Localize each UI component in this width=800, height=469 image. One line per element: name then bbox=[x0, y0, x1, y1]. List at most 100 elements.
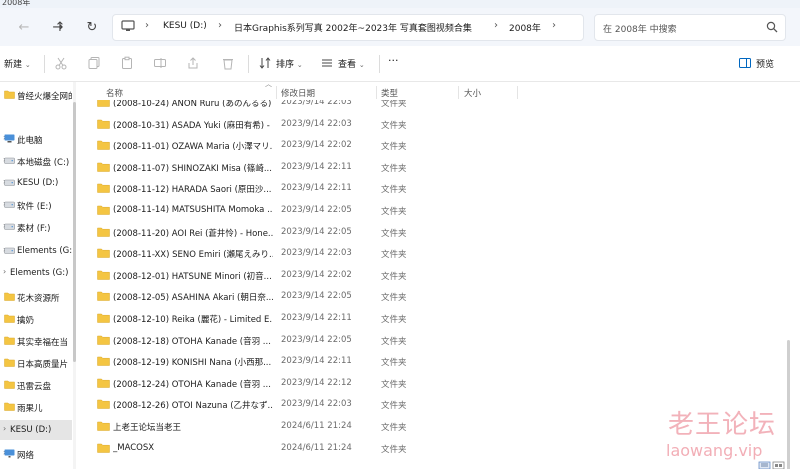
file-row[interactable]: (2008-12-05) ASAHINA Akari (朝日奈... 2023/9… bbox=[80, 286, 780, 308]
folder-icon bbox=[97, 292, 110, 302]
view-button[interactable]: 查看 ⌄ bbox=[338, 57, 365, 70]
sidebar-item[interactable]: ›Elements (G:) bbox=[0, 263, 72, 283]
file-type: 文件夹 bbox=[381, 185, 407, 196]
sidebar-item[interactable]: ›Elements (G:) bbox=[0, 241, 72, 261]
search-icon bbox=[766, 21, 778, 33]
delete-icon[interactable] bbox=[221, 56, 235, 70]
file-row[interactable]: (2008-12-24) OTOHA Kanade (音羽 ... 2023/9/… bbox=[80, 373, 780, 395]
new-button[interactable]: 新建 ⌄ bbox=[4, 57, 31, 70]
column-divider[interactable] bbox=[458, 86, 459, 99]
file-row[interactable]: (2008-12-19) KONISHI Nana (小西那... 2023/9/… bbox=[80, 351, 780, 373]
breadcrumb-collection[interactable]: 日本Graphis系列写真 2002年~2023年 写真套图视频合集 bbox=[234, 21, 472, 34]
file-scroll-thumb[interactable] bbox=[787, 340, 790, 469]
column-type[interactable]: 类型 bbox=[381, 87, 398, 99]
column-modified[interactable]: 修改日期 bbox=[281, 87, 315, 99]
sidebar-item[interactable]: 擒奶 bbox=[0, 309, 72, 329]
chevron-right-icon[interactable]: › bbox=[3, 267, 6, 276]
sidebar-item[interactable]: ›软件 (E:) bbox=[0, 195, 72, 215]
sidebar-item[interactable]: 其实幸福在当 bbox=[0, 331, 72, 351]
file-date: 2024/6/11 21:24 bbox=[281, 442, 352, 453]
file-name: (2008-11-12) HARADA Saori (原田沙... bbox=[113, 185, 272, 196]
more-options-button[interactable]: ··· bbox=[388, 54, 399, 67]
file-type: 文件夹 bbox=[381, 423, 407, 433]
file-name: (2008-12-26) OTOI Nazuna (乙井なず... bbox=[113, 401, 273, 412]
sidebar-item-label: Elements (G:) bbox=[17, 246, 72, 256]
chevron-right-icon: › bbox=[145, 20, 149, 31]
sidebar-item[interactable]: ›本地磁盘 (C:) bbox=[0, 151, 72, 171]
sidebar-item-label: 花木资源所 bbox=[17, 294, 60, 304]
file-name: (2008-11-20) AOI Rei (蒼井怜) - Hone... bbox=[113, 228, 273, 239]
preview-button[interactable]: 预览 bbox=[756, 57, 774, 70]
paste-icon[interactable] bbox=[120, 56, 134, 70]
folder-icon bbox=[97, 400, 110, 410]
sidebar-item[interactable]: 雨果儿 bbox=[0, 397, 72, 417]
file-row[interactable]: (2008-12-18) OTOHA Kanade (音羽 ... 2023/9/… bbox=[80, 330, 780, 352]
sidebar-item[interactable]: ›此电脑 bbox=[0, 129, 72, 149]
view-toggle-icons[interactable] bbox=[758, 461, 786, 469]
share-icon[interactable] bbox=[186, 56, 200, 70]
file-row[interactable]: (2008-11-20) AOI Rei (蒼井怜) - Hone... 2023… bbox=[80, 222, 780, 244]
search-box[interactable]: 在 2008年 中搜索 bbox=[594, 14, 786, 41]
back-button[interactable]: ← bbox=[14, 18, 34, 38]
sidebar-item[interactable]: 曾经火爆全网的 bbox=[0, 85, 72, 105]
cut-icon[interactable] bbox=[54, 56, 68, 70]
file-row[interactable]: (2008-10-24) ANON Ruru (あのんるる) 2023/9/14 … bbox=[80, 100, 780, 114]
folder-icon bbox=[97, 313, 110, 323]
divider bbox=[379, 55, 380, 73]
file-type: 文件夹 bbox=[381, 163, 407, 174]
preview-pane-icon bbox=[739, 58, 751, 68]
column-divider[interactable] bbox=[517, 86, 518, 99]
view-icon bbox=[322, 59, 332, 67]
address-row: ← → ↑ ↻ › KESU (D:) › 日本Graphis系列写真 2002… bbox=[0, 8, 800, 46]
breadcrumb-drive[interactable]: KESU (D:) bbox=[163, 21, 207, 31]
column-divider[interactable] bbox=[276, 86, 277, 99]
up-button[interactable]: ↑ bbox=[50, 18, 70, 38]
file-date: 2023/9/14 22:03 bbox=[281, 100, 352, 107]
sidebar-item[interactable]: ›网络 bbox=[0, 444, 72, 464]
file-row[interactable]: (2008-11-XX) SENO Emiri (瀬尾えみり... 2023/9/… bbox=[80, 243, 780, 265]
sidebar-item[interactable]: 花木资源所 bbox=[0, 287, 72, 307]
drive-icon bbox=[4, 201, 15, 208]
breadcrumb-current[interactable]: 2008年 bbox=[509, 21, 541, 34]
file-name: (2008-11-07) SHINOZAKI Misa (篠崎... bbox=[113, 163, 272, 174]
copy-icon[interactable] bbox=[87, 56, 101, 70]
file-row[interactable]: (2008-11-12) HARADA Saori (原田沙... 2023/9/… bbox=[80, 178, 780, 200]
file-name: (2008-12-18) OTOHA Kanade (音羽 ... bbox=[113, 336, 271, 347]
file-date: 2023/9/14 22:05 bbox=[281, 334, 352, 345]
folder-icon bbox=[4, 292, 15, 301]
nav-scrollbar[interactable] bbox=[73, 82, 76, 469]
file-row[interactable]: (2008-12-10) Reika (麗花) - Limited E... 20… bbox=[80, 308, 780, 330]
folder-icon bbox=[97, 100, 110, 107]
address-bar[interactable]: › KESU (D:) › 日本Graphis系列写真 2002年~2023年 … bbox=[112, 14, 584, 41]
file-scrollbar[interactable] bbox=[786, 100, 791, 469]
column-divider[interactable] bbox=[376, 86, 377, 99]
sort-button[interactable]: 排序 ⌄ bbox=[276, 57, 303, 70]
file-date: 2023/9/14 22:02 bbox=[281, 269, 352, 280]
sidebar-item[interactable]: ›素材 (F:) bbox=[0, 217, 72, 237]
file-row[interactable]: (2008-10-31) ASADA Yuki (麻田有希) - ... 2023… bbox=[80, 114, 780, 136]
refresh-button[interactable]: ↻ bbox=[82, 18, 102, 38]
search-placeholder: 在 2008年 中搜索 bbox=[603, 25, 677, 35]
file-date: 2023/9/14 22:03 bbox=[281, 248, 352, 259]
command-bar: 新建 ⌄ 排序 ⌄ 查看 ⌄ ··· 预览 bbox=[0, 46, 800, 82]
sidebar-item[interactable]: 日本高质量片 bbox=[0, 353, 72, 373]
file-type: 文件夹 bbox=[381, 336, 407, 347]
chevron-down-icon: ⌄ bbox=[24, 61, 31, 69]
file-type: 文件夹 bbox=[381, 271, 407, 282]
folder-icon bbox=[97, 227, 110, 237]
file-row[interactable]: (2008-11-14) MATSUSHITA Momoka ... 2023/9… bbox=[80, 200, 780, 222]
sidebar-item[interactable]: ›KESU (D:) bbox=[0, 173, 72, 193]
file-row[interactable]: (2008-11-01) OZAWA Maria (小澤マリ... 2023/9/… bbox=[80, 135, 780, 157]
file-name: 上老王论坛当老王 bbox=[113, 423, 182, 433]
file-row[interactable]: (2008-12-01) HATSUNE Minori (初音... 2023/9… bbox=[80, 265, 780, 287]
folder-icon bbox=[97, 119, 110, 129]
folder-icon bbox=[97, 270, 110, 280]
file-row[interactable]: (2008-11-07) SHINOZAKI Misa (篠崎... 2023/9… bbox=[80, 157, 780, 179]
column-name[interactable]: 名称 bbox=[106, 87, 123, 99]
rename-icon[interactable] bbox=[153, 56, 167, 70]
nav-scroll-thumb[interactable] bbox=[73, 102, 76, 362]
column-size[interactable]: 大小 bbox=[464, 87, 481, 99]
sidebar-item[interactable]: 迅雷云盘 bbox=[0, 375, 72, 395]
chevron-right-icon[interactable]: › bbox=[3, 424, 6, 433]
sidebar-item[interactable]: ›KESU (D:) bbox=[0, 420, 72, 440]
